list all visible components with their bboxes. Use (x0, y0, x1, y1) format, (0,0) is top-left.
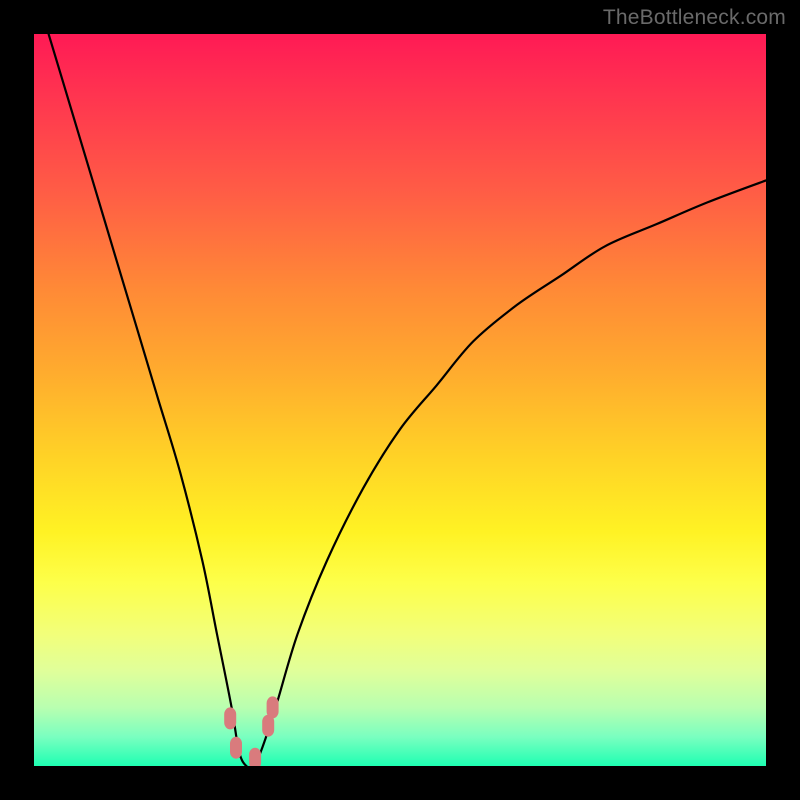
curve-marker (224, 707, 236, 729)
curve-marker (249, 748, 261, 766)
bottleneck-curve (49, 34, 766, 766)
plot-area (34, 34, 766, 766)
curve-marker (230, 737, 242, 759)
watermark-text: TheBottleneck.com (603, 6, 786, 30)
chart-svg (34, 34, 766, 766)
chart-frame: TheBottleneck.com (0, 0, 800, 800)
curve-marker (267, 696, 279, 718)
